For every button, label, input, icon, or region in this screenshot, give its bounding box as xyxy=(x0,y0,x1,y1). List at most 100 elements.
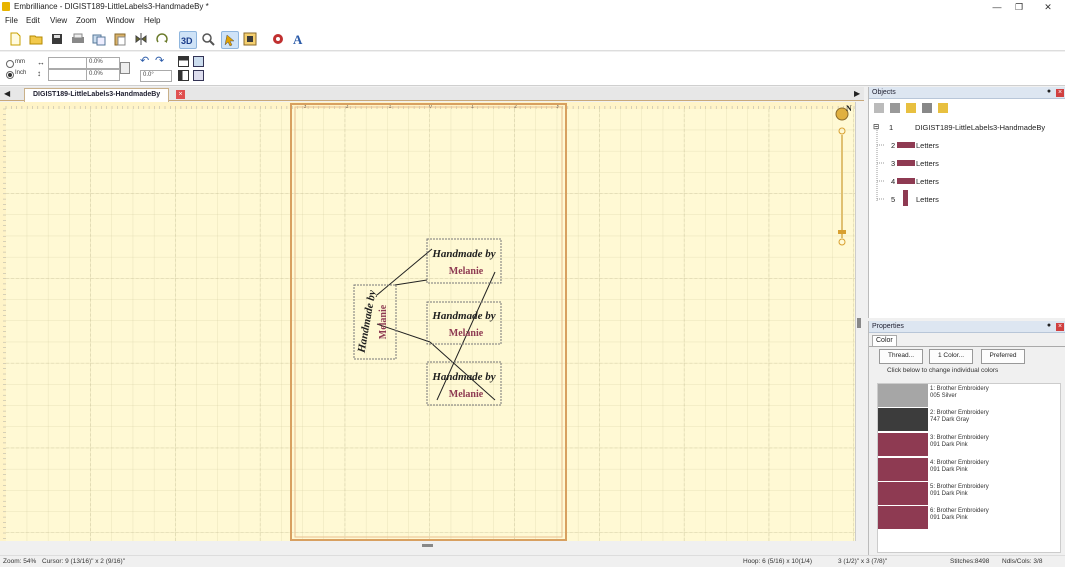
color-swatch-5[interactable] xyxy=(878,482,928,505)
rotate-left-icon[interactable]: ↶ xyxy=(140,54,149,67)
menu-help[interactable]: Help xyxy=(144,16,160,25)
color-4-line2: 091 Dark Pink xyxy=(930,467,968,473)
menu-window[interactable]: Window xyxy=(106,16,134,25)
object-item-index: 1 xyxy=(889,123,894,132)
svg-text:Melanie: Melanie xyxy=(449,328,484,339)
close-button[interactable]: ✕ xyxy=(1036,0,1060,14)
svg-text:Handmade by: Handmade by xyxy=(431,371,495,383)
object-item-label[interactable]: Letters xyxy=(916,159,939,168)
preferred-button[interactable]: Preferred xyxy=(981,349,1025,364)
distribute-icon[interactable] xyxy=(193,70,204,81)
panel-close-icon[interactable]: × xyxy=(1056,89,1064,97)
tree-collapse-icon[interactable]: ⊟ xyxy=(873,122,879,131)
objects-panel: Objects ● × ⊟ 1 DIGIST189-LittleLabels3-… xyxy=(868,87,1065,318)
mirror-icon xyxy=(135,33,147,45)
print-button[interactable] xyxy=(70,31,86,47)
stitch-icon xyxy=(273,34,283,44)
print-icon xyxy=(72,33,84,43)
canvas-drawing[interactable]: -3 -2 -1 0 1 2 3 Handmade by Melanie Han… xyxy=(0,102,864,541)
color-swatch-6[interactable] xyxy=(878,506,928,529)
unit-mm-radio[interactable] xyxy=(6,60,14,68)
panel-close-icon[interactable]: × xyxy=(1056,323,1064,331)
status-size: 3 (1/2)" x 3 (7/8)" xyxy=(838,558,888,565)
lock-icon[interactable] xyxy=(906,103,916,113)
open-button[interactable] xyxy=(28,31,44,47)
stitch-button[interactable] xyxy=(270,31,286,47)
save-button[interactable] xyxy=(49,31,65,47)
properties-panel: Properties ● × Color Thread... 1 Color..… xyxy=(868,321,1065,555)
rotate-right-icon[interactable]: ↷ xyxy=(155,54,164,67)
angle-input[interactable]: 0.0° xyxy=(140,70,172,82)
color-swatch-4[interactable] xyxy=(878,458,928,481)
tab-color[interactable]: Color xyxy=(872,335,897,346)
align-top-icon[interactable] xyxy=(178,56,189,67)
text-button[interactable]: A xyxy=(291,31,307,47)
new-button[interactable] xyxy=(7,31,23,47)
pin-icon[interactable]: ● xyxy=(1045,322,1053,330)
group-icon[interactable] xyxy=(874,103,884,113)
menu-file[interactable]: File xyxy=(5,16,18,25)
one-color-button[interactable]: 1 Color... xyxy=(929,349,973,364)
horizontal-scrollbar[interactable] xyxy=(0,541,864,555)
select-button[interactable] xyxy=(221,31,239,49)
height-input[interactable] xyxy=(48,69,87,81)
align-left-icon[interactable] xyxy=(178,70,189,81)
document-tab[interactable]: DIGIST189-LittleLabels3-HandmadeBy xyxy=(24,88,170,102)
minimize-button[interactable]: — xyxy=(985,0,1009,14)
hoop-button[interactable] xyxy=(242,31,258,47)
menu-view[interactable]: View xyxy=(50,16,67,25)
center-icon[interactable] xyxy=(193,56,204,67)
tab-scroll-left-icon[interactable]: ◀ xyxy=(4,89,10,98)
color-swatch-3[interactable] xyxy=(878,433,928,456)
ungroup-icon[interactable] xyxy=(890,103,900,113)
object-item-index: 5 xyxy=(891,195,896,204)
width-percent-input[interactable]: 0.0% xyxy=(86,57,120,69)
color-swatch-2[interactable] xyxy=(878,408,928,431)
save-icon xyxy=(52,34,62,44)
unlock-icon[interactable] xyxy=(938,103,948,113)
zoom-slider-thumb xyxy=(838,230,846,234)
pin-icon[interactable]: ● xyxy=(1045,88,1053,96)
open-icon xyxy=(29,35,43,45)
object-item-label[interactable]: Letters xyxy=(916,195,939,204)
menu-zoom[interactable]: Zoom xyxy=(76,16,96,25)
color-swatch-1[interactable] xyxy=(878,384,928,407)
height-arrows-icon: ↕ xyxy=(37,69,41,78)
object-item-label[interactable]: Letters xyxy=(916,177,939,186)
object-item-label[interactable]: Letters xyxy=(916,141,939,150)
tab-divider xyxy=(869,346,1065,347)
delete-icon[interactable] xyxy=(922,103,932,113)
color-6-line2: 091 Dark Pink xyxy=(930,515,968,521)
svg-text:3D: 3D xyxy=(181,36,193,46)
paste-icon xyxy=(114,33,126,46)
unit-inch-radio[interactable] xyxy=(6,71,14,79)
maximize-button[interactable]: ❐ xyxy=(1007,0,1031,14)
color-list[interactable]: 1: Brother Embroidery 005 Silver 2: Brot… xyxy=(877,383,1061,553)
menu-edit[interactable]: Edit xyxy=(26,16,40,25)
mirror-button[interactable] xyxy=(133,31,149,47)
properties-panel-header: Properties xyxy=(869,321,1065,333)
3d-view-button[interactable]: 3D xyxy=(179,31,197,49)
thread-button[interactable]: Thread... xyxy=(879,349,923,364)
select-icon xyxy=(224,34,235,47)
paste-button[interactable] xyxy=(112,31,128,47)
tab-scroll-right-icon[interactable]: ▶ xyxy=(854,89,860,98)
status-bar: Zoom: 54% Cursor: 9 (13/16)" x 2 (9/16)"… xyxy=(0,555,1065,567)
title-bar: Embrilliance - DIGIST189-LittleLabels3-H… xyxy=(0,0,1065,14)
scroll-grip-icon[interactable] xyxy=(422,544,433,547)
design-canvas[interactable]: -3 -2 -1 0 1 2 3 Handmade by Melanie Han… xyxy=(0,102,864,541)
svg-text:Melanie: Melanie xyxy=(449,389,484,400)
rotate-button[interactable] xyxy=(154,31,170,47)
copy-button[interactable] xyxy=(91,31,107,47)
color-hint: Click below to change individual colors xyxy=(887,367,999,374)
object-item-label[interactable]: DIGIST189-LittleLabels3-HandmadeBy xyxy=(915,123,1045,132)
window-title: Embrilliance - DIGIST189-LittleLabels3-H… xyxy=(14,2,209,11)
lock-aspect-icon[interactable] xyxy=(120,62,130,74)
zoom-button[interactable] xyxy=(200,31,216,47)
height-percent-input[interactable]: 0.0% xyxy=(86,69,120,81)
close-tab-icon[interactable]: × xyxy=(176,90,185,99)
width-input[interactable] xyxy=(48,57,87,69)
properties-panel-title: Properties xyxy=(872,323,904,330)
status-stitches: Stitches:8498 xyxy=(950,558,990,565)
splitter-handle[interactable] xyxy=(857,318,861,328)
